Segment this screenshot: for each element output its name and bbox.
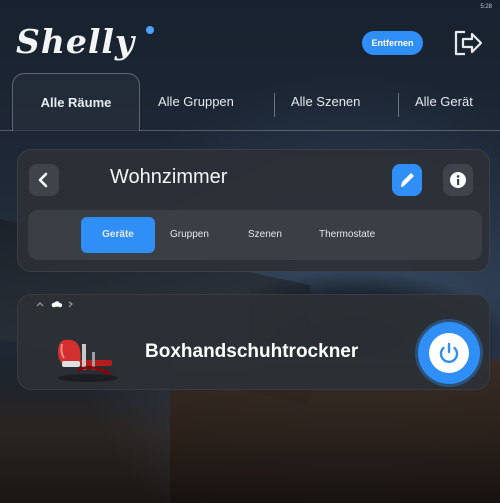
shelly-logo: Shelly bbox=[16, 22, 136, 61]
power-toggle-button[interactable] bbox=[418, 322, 480, 384]
tab-bar: Alle Räume Alle Gruppen Alle Szenen Alle… bbox=[0, 73, 500, 131]
room-card: Wohnzimmer Geräte Gruppen Szenen Thermos… bbox=[17, 149, 490, 272]
info-button[interactable] bbox=[443, 164, 473, 196]
tab-alle-raeume[interactable]: Alle Räume bbox=[12, 73, 140, 131]
pencil-icon bbox=[401, 173, 414, 187]
wifi-icon bbox=[36, 302, 44, 307]
boxing-glove-dryer-image bbox=[48, 330, 122, 384]
logo-dot bbox=[146, 26, 154, 34]
device-name: Boxhandschuhtrockner bbox=[145, 341, 359, 362]
cloud-icon bbox=[51, 301, 63, 308]
chevron-left-icon bbox=[38, 172, 48, 188]
header-action-button[interactable]: Entfernen bbox=[362, 31, 423, 55]
sub-tab-szenen[interactable]: Szenen bbox=[248, 217, 282, 253]
back-button[interactable] bbox=[29, 164, 59, 196]
room-title: Wohnzimmer bbox=[110, 166, 228, 188]
logout-icon[interactable] bbox=[451, 28, 485, 58]
sub-tab-thermostate[interactable]: Thermostate bbox=[319, 217, 375, 253]
status-bar-time: 5:28 bbox=[480, 4, 492, 10]
power-icon bbox=[439, 342, 459, 363]
room-sub-tabs: Geräte Gruppen Szenen Thermostate bbox=[28, 210, 482, 260]
bluetooth-icon bbox=[68, 301, 73, 308]
sub-tab-geraete[interactable]: Geräte bbox=[81, 217, 155, 253]
edit-room-button[interactable] bbox=[392, 164, 422, 196]
device-card[interactable]: Boxhandschuhtrockner bbox=[17, 294, 490, 390]
sub-tab-gruppen[interactable]: Gruppen bbox=[170, 217, 209, 253]
tab-divider bbox=[274, 93, 275, 117]
device-status-indicators bbox=[32, 299, 92, 309]
tab-divider bbox=[398, 93, 399, 117]
tab-alle-szenen[interactable]: Alle Szenen bbox=[291, 73, 360, 131]
tab-alle-geraete[interactable]: Alle Gerät bbox=[415, 73, 473, 131]
tab-alle-gruppen[interactable]: Alle Gruppen bbox=[158, 73, 234, 131]
info-icon bbox=[450, 172, 466, 188]
